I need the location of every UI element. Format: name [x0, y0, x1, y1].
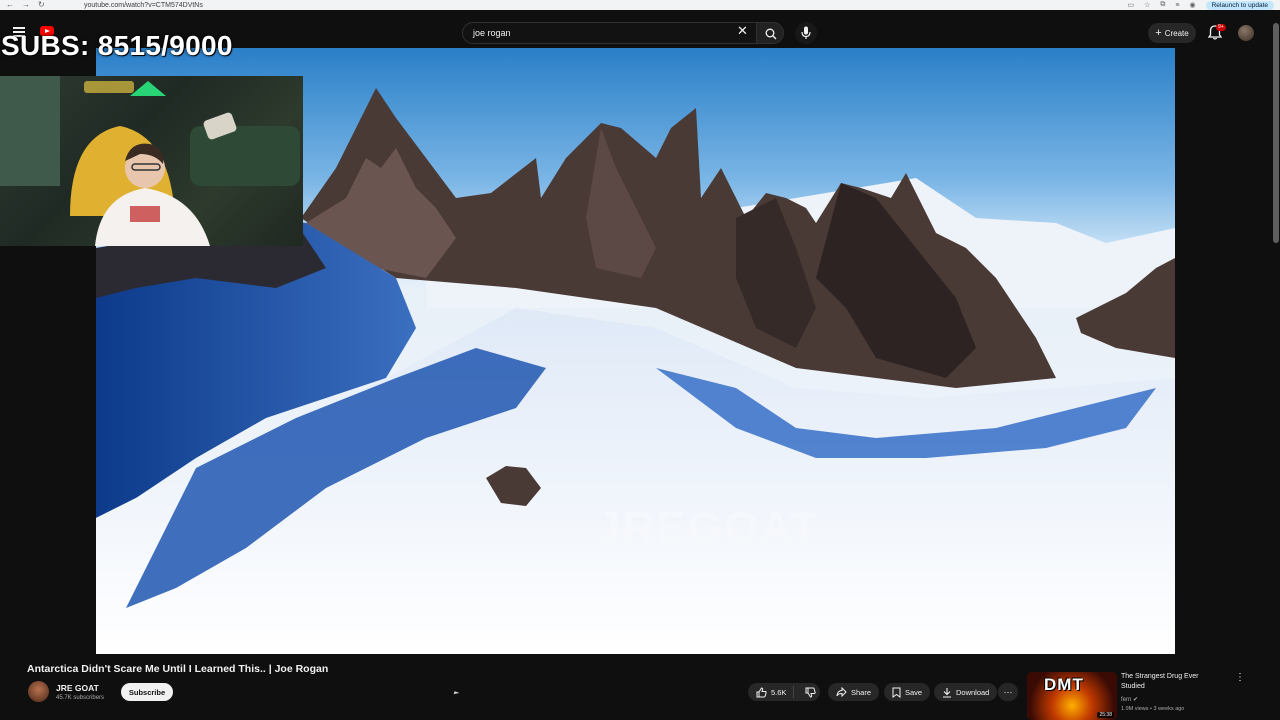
video-watermark: JREGOAT	[596, 503, 820, 552]
browser-actions: ▭ ☆ ⧉ ≡ ◉ Relaunch to update	[1128, 0, 1280, 10]
browser-toolbar: ← → ↻ youtube.com/watch?v=CTM574DVtNs ▭ …	[0, 0, 1280, 10]
create-button[interactable]: + Create	[1148, 23, 1196, 43]
cast-icon[interactable]: ▭	[1128, 1, 1135, 9]
recommended-kebab-menu-icon[interactable]: ⋮	[1235, 672, 1245, 683]
bookmark-star-icon[interactable]: ☆	[1144, 1, 1150, 9]
browser-nav: ← → ↻	[0, 0, 70, 10]
save-label: Save	[905, 687, 923, 697]
reload-icon[interactable]: ↻	[38, 0, 45, 10]
notification-badge: 9+	[1216, 24, 1226, 31]
reading-list-icon[interactable]: ≡	[1175, 2, 1179, 9]
microphone-icon	[801, 26, 811, 39]
recommended-channel-label: fern	[1121, 697, 1132, 703]
like-button[interactable]: 5.6K	[748, 686, 795, 698]
download-icon	[943, 687, 951, 698]
video-title: Antarctica Didn't Scare Me Until I Learn…	[27, 663, 329, 675]
search-input[interactable]: joe rogan	[462, 22, 758, 44]
subscriber-counter-overlay: SUBS: 8515/9000	[1, 30, 233, 61]
profile-icon[interactable]: ◉	[1190, 1, 1196, 9]
subscribe-button[interactable]: Subscribe	[121, 683, 173, 701]
dislike-button[interactable]	[798, 687, 817, 698]
extensions-icon[interactable]: ⧉	[1160, 1, 1165, 9]
download-label: Download	[956, 687, 990, 697]
forward-icon[interactable]: →	[22, 0, 30, 10]
verified-check-icon: ✔	[1133, 697, 1139, 703]
channel-subscriber-count: 45.7K subscribers	[56, 695, 105, 701]
thumbs-up-icon	[756, 686, 767, 697]
clear-search-icon[interactable]: ✕	[737, 24, 748, 38]
more-actions-icon[interactable]: ⋯	[998, 683, 1018, 701]
bookmark-icon	[892, 687, 901, 698]
voice-search-button[interactable]	[795, 22, 817, 44]
recommended-channel-name[interactable]: fern ✔	[1121, 696, 1138, 703]
save-button[interactable]: Save	[884, 683, 931, 701]
like-dislike-group: 5.6K	[748, 683, 820, 701]
recommended-video-thumbnail[interactable]: DMT 25:38	[1027, 672, 1117, 720]
search-icon	[765, 28, 777, 40]
channel-name[interactable]: JRE GOAT	[56, 683, 99, 693]
webcam-scene	[0, 76, 300, 246]
thumbs-down-icon	[805, 687, 817, 698]
create-label: Create	[1164, 28, 1189, 38]
download-button[interactable]: Download	[934, 683, 998, 701]
streamer-webcam	[0, 76, 303, 246]
channel-avatar[interactable]	[28, 681, 49, 702]
recommended-video-title[interactable]: The Strangest Drug Ever Studied	[1121, 672, 1221, 692]
back-icon[interactable]: ←	[6, 0, 14, 10]
page-scrollbar[interactable]	[1272, 17, 1280, 720]
share-label: Share	[851, 687, 872, 697]
account-avatar[interactable]	[1238, 25, 1254, 41]
video-details: Antarctica Didn't Scare Me Until I Learn…	[0, 654, 1272, 720]
scrollbar-thumb[interactable]	[1273, 23, 1279, 243]
share-arrow-icon	[836, 687, 847, 697]
share-button[interactable]: Share	[828, 683, 880, 701]
like-count: 5.6K	[771, 687, 787, 697]
relaunch-button[interactable]: Relaunch to update	[1205, 0, 1274, 10]
address-bar[interactable]: youtube.com/watch?v=CTM574DVtNs	[70, 2, 1128, 9]
plus-icon: +	[1155, 27, 1162, 39]
video-duration: 25:38	[1097, 712, 1114, 718]
thumbnail-text: DMT	[1044, 675, 1084, 694]
recommended-video-meta: 1.9M views • 3 weeks ago	[1121, 706, 1185, 712]
search-button[interactable]	[756, 22, 784, 44]
